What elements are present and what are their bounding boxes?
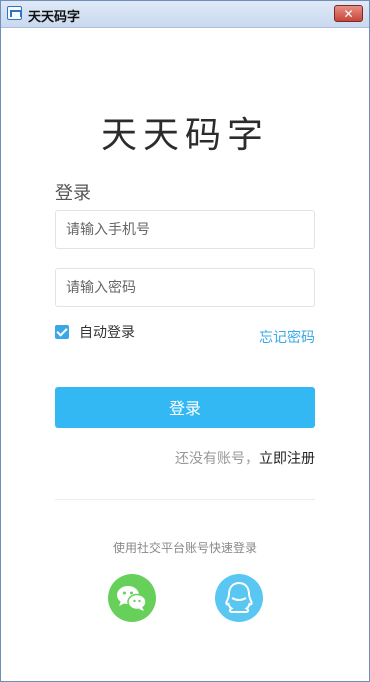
login-button[interactable]: 登录 [55, 387, 315, 428]
wechat-icon [117, 586, 147, 611]
login-heading: 登录 [55, 183, 91, 204]
no-account-text: 还没有账号， [175, 451, 259, 467]
title-bar[interactable]: 天天码字 ✕ [1, 1, 369, 28]
qq-login-button[interactable] [215, 574, 263, 622]
app-logo-icon [7, 6, 22, 20]
social-login-label: 使用社交平台账号快速登录 [112, 541, 257, 555]
window-title: 天天码字 [28, 10, 81, 25]
wechat-login-button[interactable] [108, 574, 156, 622]
login-window: 天天码字 ✕ 天天码字 登录 自动登录 忘记密码 登录 还没有账号，立即注册 使… [0, 0, 370, 682]
close-button[interactable]: ✕ [334, 5, 363, 22]
register-row: 还没有账号，立即注册 [175, 448, 315, 468]
auto-login-option[interactable]: 自动登录 [55, 323, 135, 341]
qq-icon [225, 581, 253, 613]
phone-input[interactable] [55, 210, 315, 249]
auto-login-checkbox[interactable] [55, 325, 69, 339]
forgot-password-link[interactable]: 忘记密码 [259, 327, 315, 347]
password-input[interactable] [55, 268, 315, 307]
auto-login-label: 自动登录 [79, 325, 135, 341]
register-link[interactable]: 立即注册 [259, 451, 315, 467]
divider [55, 499, 315, 500]
brand-logo: 天天码字 [100, 115, 269, 156]
